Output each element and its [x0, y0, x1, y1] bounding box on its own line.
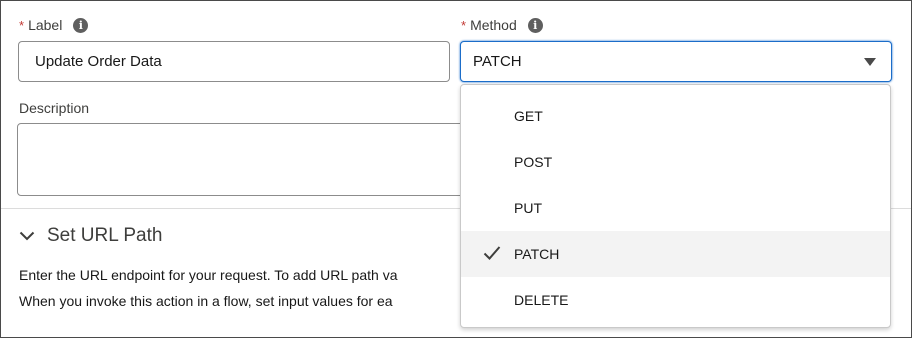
method-field-text: Method — [470, 17, 517, 33]
method-select-value: PATCH — [473, 53, 522, 70]
section-title: Set URL Path — [47, 225, 163, 246]
required-marker: * — [461, 17, 467, 33]
check-icon — [483, 246, 501, 260]
description-label: Description — [19, 100, 89, 116]
method-option-patch[interactable]: PATCH — [461, 231, 890, 277]
info-icon[interactable]: i — [527, 17, 543, 33]
section-header-url-path[interactable]: Set URL Path — [19, 225, 162, 247]
method-field-label: * Method i — [461, 17, 543, 33]
help-text-line-2: When you invoke this action in a flow, s… — [19, 293, 393, 309]
option-label: DELETE — [514, 292, 569, 308]
action-form: * Label i Update Order Data * Method i P… — [0, 0, 912, 338]
option-label: PATCH — [514, 246, 560, 262]
help-text-line-1: Enter the URL endpoint for your request.… — [19, 267, 398, 283]
label-input-value: Update Order Data — [35, 53, 162, 70]
method-option-put[interactable]: PUT — [461, 185, 890, 231]
label-input[interactable]: Update Order Data — [18, 41, 450, 82]
method-option-get[interactable]: GET — [461, 93, 890, 139]
option-label: GET — [514, 108, 543, 124]
option-label: PUT — [514, 200, 542, 216]
required-marker: * — [19, 17, 25, 33]
method-select[interactable]: PATCH — [460, 41, 892, 82]
chevron-down-icon[interactable] — [19, 231, 35, 241]
label-field-label: * Label i — [19, 17, 89, 33]
method-dropdown-listbox: GET POST PUT PATCH DELETE — [460, 84, 891, 328]
option-label: POST — [514, 154, 553, 170]
description-label-text: Description — [19, 100, 90, 116]
info-icon[interactable]: i — [73, 17, 89, 33]
method-option-delete[interactable]: DELETE — [461, 277, 890, 323]
label-field-text: Label — [28, 17, 63, 33]
caret-down-icon[interactable] — [864, 57, 876, 66]
method-option-post[interactable]: POST — [461, 139, 890, 185]
